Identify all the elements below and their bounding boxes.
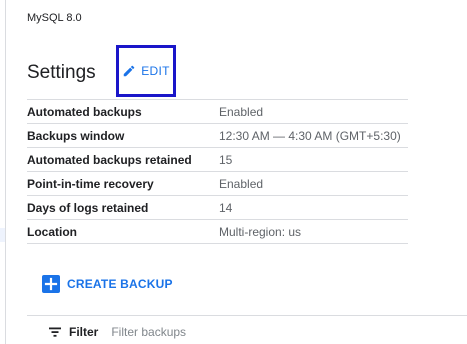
- setting-key: Days of logs retained: [27, 200, 149, 215]
- create-backup-label: CREATE BACKUP: [67, 277, 173, 291]
- database-version: MySQL 8.0: [27, 12, 82, 24]
- setting-value: Enabled: [219, 104, 264, 119]
- filter-icon[interactable]: [48, 325, 62, 339]
- settings-row-days-of-logs: Days of logs retained 14: [27, 196, 408, 220]
- setting-key: Automated backups: [27, 104, 142, 119]
- edit-button[interactable]: EDIT: [116, 45, 176, 97]
- setting-value: 12:30 AM — 4:30 AM (GMT+5:30): [219, 128, 401, 143]
- pencil-icon: [122, 64, 136, 78]
- setting-value: 14: [219, 200, 233, 215]
- settings-row-backups-retained: Automated backups retained 15: [27, 148, 408, 172]
- edit-label: EDIT: [141, 64, 170, 78]
- filter-input[interactable]: [111, 325, 312, 339]
- page-title: Settings: [27, 62, 96, 83]
- filter-label: Filter: [69, 325, 99, 339]
- setting-key: Point-in-time recovery: [27, 176, 154, 191]
- settings-row-backups-window: Backups window 12:30 AM — 4:30 AM (GMT+5…: [27, 124, 408, 148]
- setting-value: Enabled: [219, 176, 264, 191]
- setting-key: Location: [27, 224, 77, 239]
- setting-value: Multi-region: us: [219, 224, 302, 239]
- left-rail: [0, 0, 6, 344]
- setting-value: 15: [219, 152, 233, 167]
- create-backup-button[interactable]: CREATE BACKUP: [42, 275, 173, 293]
- setting-key: Backups window: [27, 128, 125, 143]
- setting-key: Automated backups retained: [27, 152, 192, 167]
- divider: [27, 315, 467, 316]
- plus-icon: [42, 275, 60, 293]
- backups-page: MySQL 8.0 Settings EDIT Automated backup…: [0, 0, 467, 344]
- settings-row-location: Location Multi-region: us: [27, 220, 408, 244]
- settings-table: Automated backups Enabled Backups window…: [27, 99, 408, 244]
- rail-selection-marker: [0, 228, 5, 242]
- settings-row-automated-backups: Automated backups Enabled: [27, 100, 408, 124]
- settings-row-point-in-time-recovery: Point-in-time recovery Enabled: [27, 172, 408, 196]
- filter-bar: Filter: [48, 323, 312, 341]
